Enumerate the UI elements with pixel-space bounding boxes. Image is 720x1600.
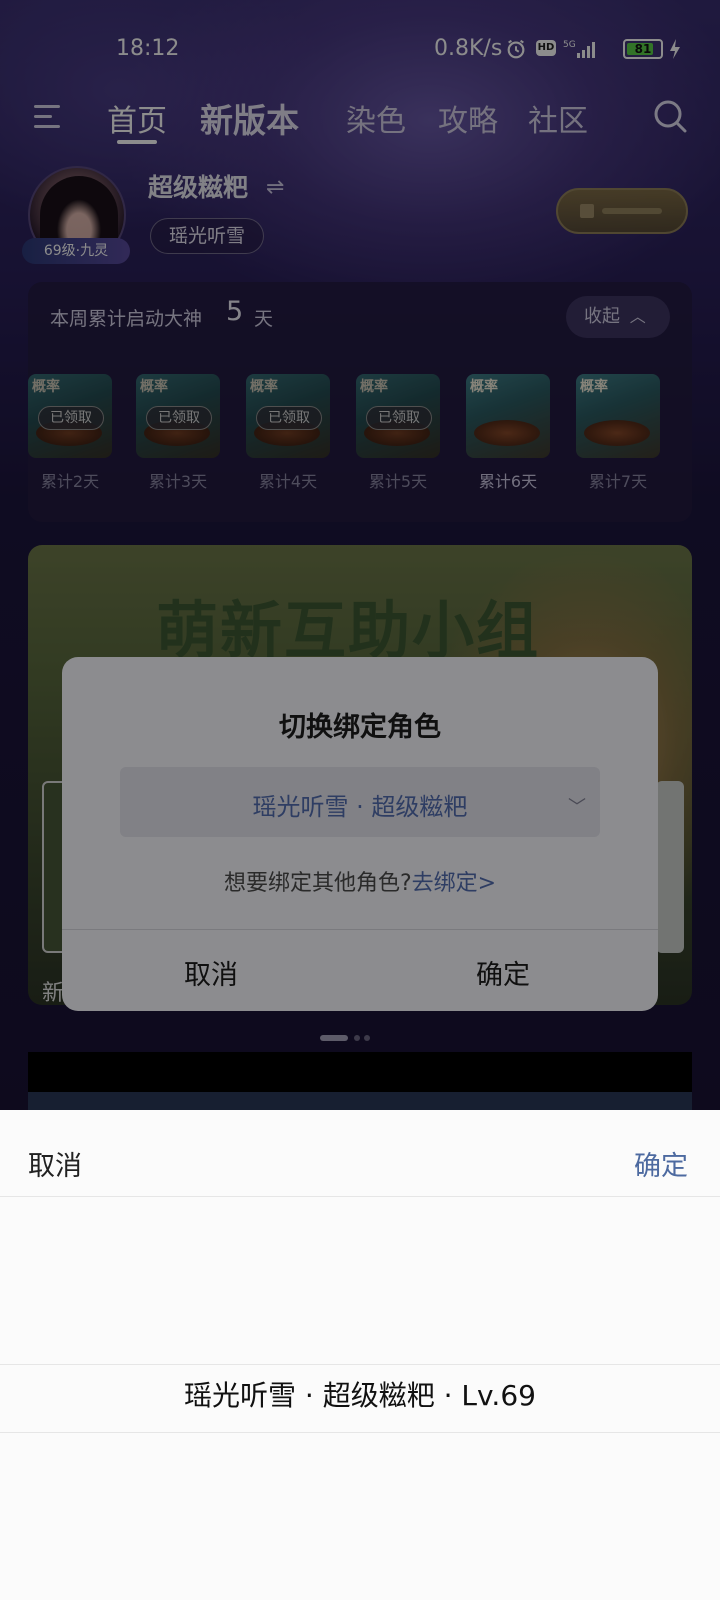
- dialog-divider: [62, 929, 658, 930]
- dialog-title: 切换绑定角色: [279, 712, 441, 743]
- picker-bottom-line: [0, 1432, 720, 1433]
- picker-option[interactable]: 瑶光听雪 · 超级糍粑 · Lv.69: [0, 1374, 720, 1414]
- selected-role: 瑶光听雪 · 超级糍粑: [252, 793, 468, 821]
- bind-hint: 想要绑定其他角色?去绑定>: [62, 865, 658, 897]
- switch-role-dialog: 切换绑定角色 瑶光听雪 · 超级糍粑 ﹀ 想要绑定其他角色?去绑定> 取消 确定: [62, 657, 658, 1011]
- bind-hint-text: 想要绑定其他角色?: [223, 871, 412, 896]
- sheet-cancel-button[interactable]: 取消: [28, 1144, 82, 1183]
- dialog-cancel-button[interactable]: 取消: [62, 953, 360, 992]
- picker-top-line: [0, 1364, 720, 1365]
- sheet-confirm-button[interactable]: 确定: [634, 1144, 688, 1183]
- bind-link[interactable]: 去绑定>: [412, 871, 496, 896]
- role-picker-sheet: 取消 确定 瑶光听雪 · 超级糍粑 · Lv.69: [0, 1110, 720, 1600]
- chevron-down-icon: ﹀: [568, 797, 586, 818]
- role-select[interactable]: 瑶光听雪 · 超级糍粑 ﹀: [120, 767, 600, 837]
- dialog-confirm-button[interactable]: 确定: [354, 953, 652, 992]
- sheet-divider: [0, 1196, 720, 1197]
